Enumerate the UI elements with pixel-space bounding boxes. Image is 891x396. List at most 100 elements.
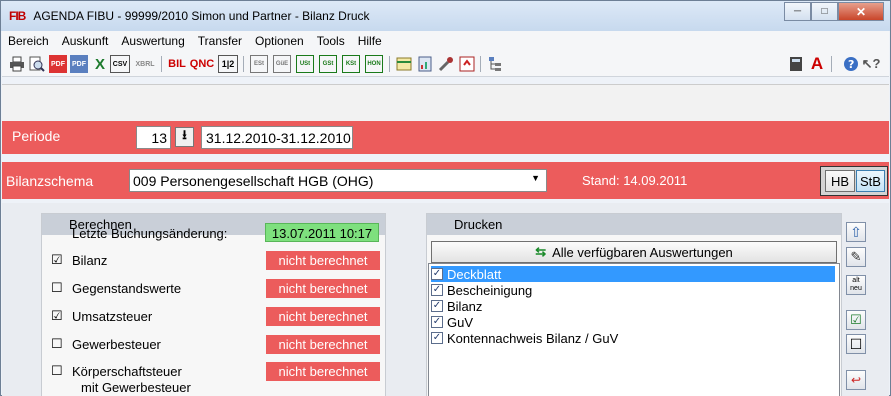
pencil-icon: ✎ — [850, 249, 862, 264]
bilanzschema-select[interactable]: 009 Personengesellschaft HGB (OHG) ▼ — [129, 169, 547, 192]
list-item-label: Bilanz — [447, 298, 483, 314]
hb-button[interactable]: HB — [825, 170, 855, 192]
list-item-label: GuV — [447, 314, 474, 330]
list-item-label: Kontennachweis Bilanz / GuV — [447, 330, 619, 346]
koerperschaftsteuer-checkbox[interactable]: ☐ — [51, 363, 63, 379]
csv-icon[interactable]: CSV — [110, 55, 130, 73]
menu-bar: Bereich Auskunft Auswertung Transfer Opt… — [2, 31, 889, 51]
list-item-bilanz[interactable]: ✓ Bilanz — [431, 298, 482, 314]
list-item-guv[interactable]: ✓ GuV — [431, 314, 473, 330]
hb-stb-toggle-group: HB StB — [820, 166, 888, 196]
tools-icon[interactable] — [437, 55, 455, 73]
list-item-label: Deckblatt — [447, 266, 502, 282]
gewerbesteuer-status: nicht berechnet — [266, 335, 380, 354]
letzte-buchung-label: Letzte Buchungsänderung: — [72, 226, 228, 241]
alt-neu-icon: alt neu — [850, 277, 862, 292]
window-title: AGENDA FIBU - 99999/2010 Simon und Partn… — [33, 9, 370, 23]
menu-hilfe[interactable]: Hilfe — [358, 34, 382, 48]
menu-tools[interactable]: Tools — [317, 34, 345, 48]
context-help-icon[interactable]: ↖? — [862, 55, 881, 73]
menu-auskunft[interactable]: Auskunft — [62, 34, 109, 48]
reset-button[interactable]: ↩ — [846, 370, 866, 390]
checkbox[interactable]: ✓ — [431, 284, 443, 296]
hon-icon[interactable]: HON — [365, 55, 383, 73]
gue-icon[interactable]: GüE — [273, 55, 291, 73]
gst-icon[interactable]: GSt — [319, 55, 337, 73]
umsatzsteuer-checkbox[interactable]: ☑ — [51, 308, 63, 324]
stb-button[interactable]: StB — [856, 170, 885, 192]
gegenstandswerte-checkbox[interactable]: ☐ — [51, 280, 63, 296]
preview-icon[interactable] — [28, 55, 46, 73]
pdf-export-icon[interactable]: PDF — [70, 55, 88, 73]
close-button[interactable]: ✕ — [838, 2, 884, 21]
pdf-icon[interactable]: PDF — [49, 55, 67, 73]
compare-icon[interactable]: 1|2 — [218, 55, 238, 73]
edit-button[interactable]: ✎ — [846, 247, 866, 267]
return-icon[interactable] — [458, 55, 476, 73]
gegenstandswerte-label[interactable]: Gegenstandswerte — [72, 281, 181, 296]
gewerbesteuer-label[interactable]: Gewerbesteuer — [72, 337, 161, 352]
checkbox[interactable]: ✓ — [431, 300, 443, 312]
title-bar: FIB AGENDA FIBU - 99999/2010 Simon und P… — [1, 1, 890, 31]
umsatzsteuer-status: nicht berechnet — [266, 307, 380, 326]
bilanz-label[interactable]: Bilanz — [72, 253, 107, 268]
koerperschaftsteuer-label[interactable]: Körperschaftsteuer — [72, 364, 182, 379]
calculator-icon[interactable] — [787, 55, 805, 73]
list-item-deckblatt[interactable]: ✓ Deckblatt — [431, 266, 835, 282]
maximize-button[interactable]: □ — [811, 2, 838, 21]
menu-bereich[interactable]: Bereich — [8, 34, 49, 48]
maximize-icon: □ — [821, 6, 828, 17]
bilanzschema-label: Bilanzschema — [6, 173, 94, 189]
stand-label: Stand: 14.09.2011 — [582, 173, 688, 188]
all-reports-button[interactable]: ⇆ Alle verfügbaren Auswertungen — [431, 241, 837, 263]
bil-icon[interactable]: BIL — [167, 55, 187, 73]
list-item-kontennachweis[interactable]: ✓ Kontennachweis Bilanz / GuV — [431, 330, 618, 346]
report-list[interactable]: ✓ Deckblatt ✓ Bescheinigung ✓ Bilanz ✓ GuV ✓… — [428, 263, 840, 396]
check-all-button[interactable]: ☑ — [846, 310, 866, 330]
checkbox-empty-icon: ☐ — [849, 335, 863, 352]
list-item-bescheinigung[interactable]: ✓ Bescheinigung — [431, 282, 532, 298]
checkbox[interactable]: ✓ — [431, 316, 443, 328]
agenda-logo-icon[interactable]: A — [808, 54, 826, 73]
qnc-icon[interactable]: QNC — [190, 55, 214, 73]
chevron-down-icon: ▼ — [531, 173, 540, 183]
menu-optionen[interactable]: Optionen — [255, 34, 304, 48]
toolbar: PDF PDF X CSV XBRL BIL QNC 1|2 ESt GüE U… — [2, 51, 889, 77]
periode-label: Periode — [12, 128, 61, 144]
periode-down-button[interactable]: ⭳ — [175, 127, 194, 147]
periode-input[interactable]: 13 — [136, 126, 171, 149]
all-reports-label: Alle verfügbaren Auswertungen — [552, 244, 733, 260]
bilanz-checkbox[interactable]: ☑ — [51, 252, 63, 268]
table-icon[interactable] — [395, 55, 413, 73]
periode-band: Periode 13 ⭳ 31.12.2010-31.12.2010 — [2, 121, 889, 154]
bilanzschema-value: 009 Personengesellschaft HGB (OHG) — [133, 172, 374, 189]
uncheck-all-button[interactable]: ☐ — [846, 334, 866, 354]
move-up-button[interactable]: ⇧ — [846, 222, 866, 242]
add-all-icon: ⇆ — [535, 244, 547, 259]
checkbox[interactable]: ✓ — [431, 268, 443, 280]
minimize-button[interactable]: ─ — [784, 2, 811, 21]
kst-icon[interactable]: KSt — [342, 55, 360, 73]
print-icon[interactable] — [8, 55, 26, 73]
alt-neu-button[interactable]: alt neu — [846, 275, 866, 295]
xbrl-icon[interactable]: XBRL — [134, 55, 156, 73]
tree-icon[interactable] — [486, 55, 504, 73]
report-icon[interactable] — [416, 55, 434, 73]
excel-icon[interactable]: X — [91, 55, 109, 73]
return-icon: ↩ — [850, 373, 862, 387]
gewerbesteuer-checkbox[interactable]: ☐ — [51, 336, 63, 352]
list-item-label: Bescheinigung — [447, 282, 533, 298]
umsatzsteuer-label[interactable]: Umsatzsteuer — [72, 309, 152, 324]
gegenstandswerte-status: nicht berechnet — [266, 279, 380, 298]
arrow-down-icon: ⭳ — [182, 127, 187, 142]
menu-transfer[interactable]: Transfer — [198, 34, 242, 48]
checkbox[interactable]: ✓ — [431, 332, 443, 344]
ust-icon[interactable]: USt — [296, 55, 314, 73]
checkbox-checked-icon: ☑ — [850, 312, 862, 327]
bilanzschema-band: Bilanzschema 009 Personengesellschaft HG… — [2, 162, 889, 199]
letzte-buchung-value: 13.07.2011 10:17 — [265, 223, 379, 242]
koerperschaftsteuer-status: nicht berechnet — [266, 362, 380, 381]
est-icon[interactable]: ESt — [250, 55, 268, 73]
help-icon[interactable]: ? — [842, 55, 860, 73]
menu-auswertung[interactable]: Auswertung — [121, 34, 184, 48]
